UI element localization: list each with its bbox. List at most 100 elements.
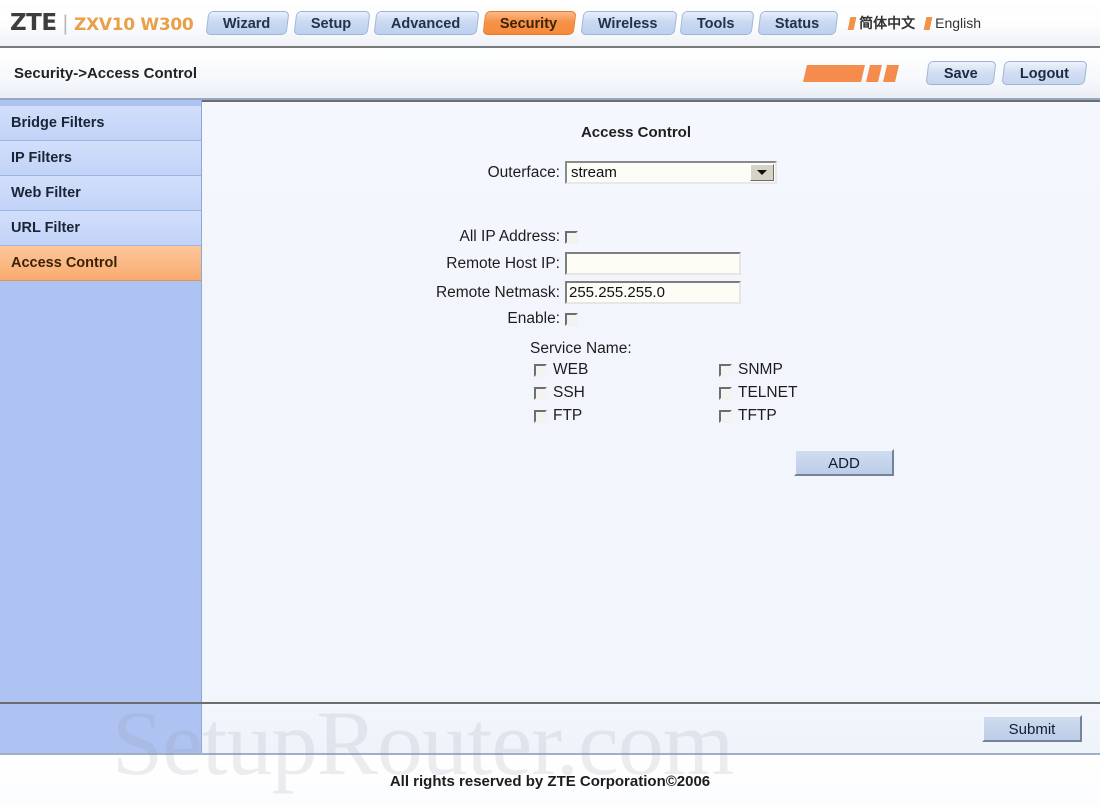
service-option-web[interactable]: WEB	[534, 361, 719, 379]
service-label: FTP	[553, 407, 583, 424]
breadcrumb-bar: Security->Access Control Save Logout	[0, 48, 1100, 100]
orange-bar-icon	[866, 64, 882, 82]
nav-tab-setup-label: Setup	[310, 16, 352, 32]
service-checkbox-telnet[interactable]	[719, 386, 732, 400]
logout-button-label: Logout	[1019, 66, 1069, 82]
content-panel: Access Control Outerface: stream All IP …	[202, 100, 1100, 702]
service-option-ftp[interactable]: FTP	[534, 407, 719, 425]
enable-row: Enable:	[202, 310, 1100, 328]
sidebar-item-label: Access Control	[11, 255, 118, 271]
caret-glyph	[757, 170, 767, 175]
sidebar-item-label: URL Filter	[11, 220, 81, 236]
outerface-select[interactable]: stream	[565, 161, 777, 184]
sidebar-item-ip-filters[interactable]: IP Filters	[0, 141, 201, 176]
bullet-marker-icon	[923, 16, 933, 30]
decorative-orange-bars	[803, 64, 899, 82]
brand-logo: ZTE | ZXV10 W300	[10, 10, 194, 36]
copyright-text: All rights reserved by ZTE Corporation©2…	[389, 772, 711, 790]
orange-bar-icon	[883, 64, 899, 82]
service-label: TELNET	[738, 384, 798, 401]
language-option-chinese[interactable]: 简体中文	[847, 13, 916, 33]
main-navigation: Wizard Setup Advanced Security Wireless …	[205, 11, 839, 35]
orange-bar-icon	[803, 64, 865, 82]
service-checkbox-grid: WEB SNMP SSH TELNET FTP TFTP	[534, 361, 1100, 425]
service-label: SSH	[553, 384, 585, 401]
chevron-down-icon[interactable]	[750, 164, 774, 181]
breadcrumb: Security->Access Control	[14, 64, 197, 82]
toolbar-actions: Save Logout	[803, 61, 1100, 85]
nav-tab-security-label: Security	[500, 16, 558, 32]
brand-separator: |	[62, 12, 69, 35]
service-row: WEB SNMP	[534, 361, 1100, 379]
service-label: WEB	[553, 361, 589, 378]
sidebar-item-url-filter[interactable]: URL Filter	[0, 211, 201, 246]
remote-netmask-row: Remote Netmask:	[202, 281, 1100, 304]
all-ip-address-label: All IP Address:	[459, 228, 560, 245]
brand-name: ZTE	[10, 10, 57, 36]
service-checkbox-tftp[interactable]	[719, 409, 732, 423]
nav-tab-wizard-label: Wizard	[223, 16, 271, 32]
service-label: TFTP	[738, 407, 777, 424]
service-checkbox-ftp[interactable]	[534, 409, 547, 423]
sidebar-item-access-control[interactable]: Access Control	[0, 246, 201, 281]
remote-netmask-label: Remote Netmask:	[435, 283, 560, 301]
add-button[interactable]: ADD	[794, 449, 894, 476]
remote-host-ip-row: Remote Host IP:	[202, 252, 1100, 275]
remote-host-ip-input[interactable]	[565, 252, 741, 275]
outerface-label: Outerface:	[487, 163, 560, 181]
service-label: SNMP	[738, 361, 783, 378]
page-title: Access Control	[580, 124, 692, 141]
sidebar-filler	[0, 704, 202, 753]
nav-tab-tools[interactable]: Tools	[679, 11, 755, 35]
outerface-selected-value: stream	[571, 164, 617, 181]
outerface-row: Outerface: stream	[202, 161, 1100, 184]
service-checkbox-ssh[interactable]	[534, 386, 547, 400]
all-ip-address-checkbox[interactable]	[565, 230, 578, 244]
brand-model: ZXV10 W300	[74, 15, 194, 35]
sidebar: Bridge Filters IP Filters Web Filter URL…	[0, 100, 202, 702]
enable-checkbox[interactable]	[565, 312, 578, 326]
nav-tab-advanced-label: Advanced	[391, 16, 461, 32]
language-option-english[interactable]: English	[923, 15, 981, 31]
nav-tab-wireless[interactable]: Wireless	[580, 11, 677, 35]
service-option-snmp[interactable]: SNMP	[719, 361, 904, 379]
service-option-telnet[interactable]: TELNET	[719, 384, 904, 402]
nav-tab-wizard[interactable]: Wizard	[205, 11, 291, 35]
service-option-ssh[interactable]: SSH	[534, 384, 719, 402]
sidebar-item-label: Web Filter	[11, 185, 81, 201]
remote-netmask-input[interactable]	[565, 281, 741, 304]
language-switcher: 简体中文 English	[847, 13, 981, 33]
sidebar-item-bridge-filters[interactable]: Bridge Filters	[0, 106, 201, 141]
sidebar-item-web-filter[interactable]: Web Filter	[0, 176, 201, 211]
nav-tab-status[interactable]: Status	[757, 11, 839, 35]
service-row: SSH TELNET	[534, 384, 1100, 402]
router-admin-page: ZTE | ZXV10 W300 Wizard Setup Advanced S…	[0, 0, 1100, 807]
nav-tab-wireless-label: Wireless	[597, 16, 658, 32]
remote-host-ip-label: Remote Host IP:	[446, 254, 560, 272]
service-option-tftp[interactable]: TFTP	[719, 407, 904, 425]
save-button-label: Save	[943, 66, 978, 82]
enable-label: Enable:	[507, 310, 560, 327]
top-header-bar: ZTE | ZXV10 W300 Wizard Setup Advanced S…	[0, 0, 1100, 48]
service-row: FTP TFTP	[534, 407, 1100, 425]
add-button-row: ADD	[202, 449, 1100, 476]
nav-tab-security[interactable]: Security	[482, 11, 578, 35]
sidebar-item-label: IP Filters	[11, 150, 72, 166]
nav-tab-advanced[interactable]: Advanced	[373, 11, 480, 35]
nav-tab-setup[interactable]: Setup	[293, 11, 371, 35]
submit-bar: Submit	[0, 702, 1100, 753]
access-control-form: Outerface: stream All IP Address: Remote…	[202, 161, 1100, 476]
service-checkbox-web[interactable]	[534, 363, 547, 377]
save-button[interactable]: Save	[925, 61, 997, 85]
logout-button[interactable]: Logout	[1001, 61, 1088, 85]
bullet-marker-icon	[847, 16, 857, 30]
submit-button[interactable]: Submit	[982, 715, 1082, 742]
service-checkbox-snmp[interactable]	[719, 363, 732, 377]
language-option-chinese-label: 简体中文	[859, 16, 916, 32]
footer-bar: All rights reserved by ZTE Corporation©2…	[0, 753, 1100, 807]
page-body: Bridge Filters IP Filters Web Filter URL…	[0, 100, 1100, 702]
sidebar-item-label: Bridge Filters	[11, 115, 105, 131]
all-ip-address-row: All IP Address:	[202, 228, 1100, 246]
service-name-label: Service Name:	[530, 340, 632, 357]
nav-tab-status-label: Status	[774, 16, 820, 32]
